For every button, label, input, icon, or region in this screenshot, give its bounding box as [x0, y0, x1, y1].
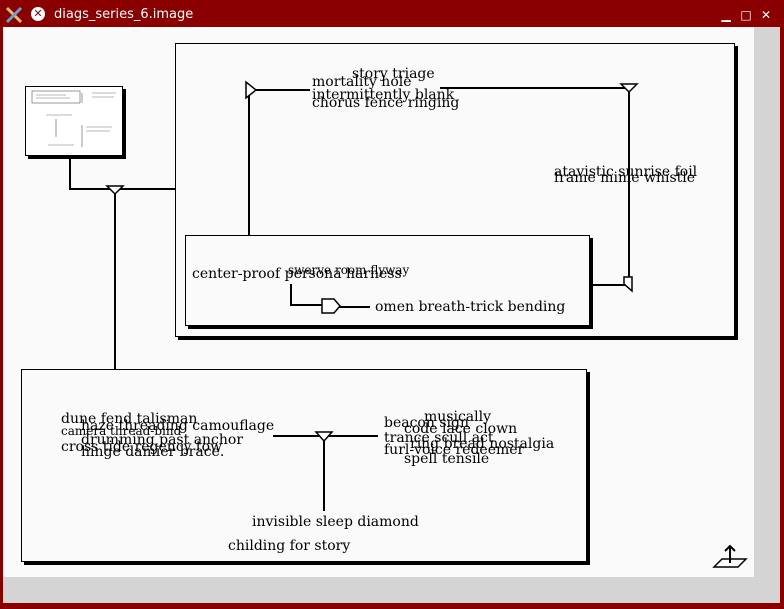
junction-marker	[623, 276, 633, 293]
node-label[interactable]: omen breath-trick bending	[375, 300, 565, 314]
node-label[interactable]: spell tensile	[404, 452, 489, 466]
node-label[interactable]: frame mime whistle	[554, 171, 695, 185]
node-label[interactable]: hinge damier brace.	[81, 445, 224, 459]
junction-marker	[245, 80, 258, 100]
node-label[interactable]: center-proof persona harness	[192, 267, 402, 281]
node-label[interactable]: childing for story	[228, 539, 350, 553]
node-label[interactable]: chorus fence ringing	[312, 96, 459, 110]
node-label[interactable]: invisible sleep diamond	[252, 515, 419, 529]
junction-marker	[321, 298, 341, 314]
export-icon[interactable]	[712, 543, 748, 571]
